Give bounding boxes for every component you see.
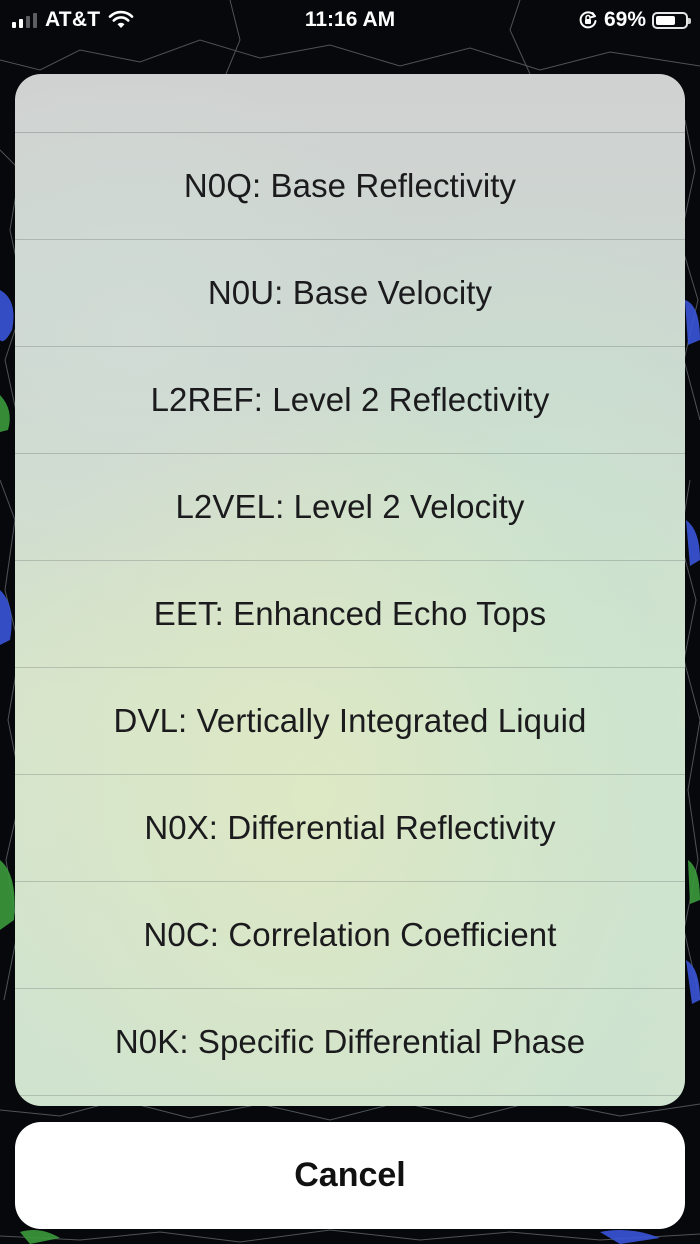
option-l2vel-level2-velocity[interactable]: L2VEL: Level 2 Velocity: [15, 454, 685, 561]
option-l2ref-level2-reflectivity[interactable]: L2REF: Level 2 Reflectivity: [15, 347, 685, 454]
option-n0x-differential-reflectivity[interactable]: N0X: Differential Reflectivity: [15, 775, 685, 882]
action-sheet-header: [15, 74, 685, 133]
option-dvl-vertically-integrated-liquid[interactable]: DVL: Vertically Integrated Liquid: [15, 668, 685, 775]
battery-percent: 69%: [603, 8, 646, 31]
status-bar: AT&T 11:16 AM 69%: [0, 0, 700, 40]
option-n0u-base-velocity[interactable]: N0U: Base Velocity: [15, 240, 685, 347]
radar-product-action-sheet: N0Q: Base Reflectivity N0U: Base Velocit…: [15, 74, 685, 1106]
screen: AT&T 11:16 AM 69% N0Q: Base Reflectivity: [0, 0, 700, 1244]
status-right: 69%: [578, 8, 691, 32]
battery-fill: [656, 15, 675, 25]
option-eet-enhanced-echo-tops[interactable]: EET: Enhanced Echo Tops: [15, 561, 685, 668]
battery-icon: [652, 11, 691, 29]
option-n0q-base-reflectivity[interactable]: N0Q: Base Reflectivity: [15, 133, 685, 240]
option-n0k-specific-differential-phase[interactable]: N0K: Specific Differential Phase: [15, 989, 685, 1096]
cancel-button[interactable]: Cancel: [15, 1122, 685, 1229]
option-n0c-correlation-coefficient[interactable]: N0C: Correlation Coefficient: [15, 882, 685, 989]
orientation-lock-icon: [579, 11, 597, 29]
